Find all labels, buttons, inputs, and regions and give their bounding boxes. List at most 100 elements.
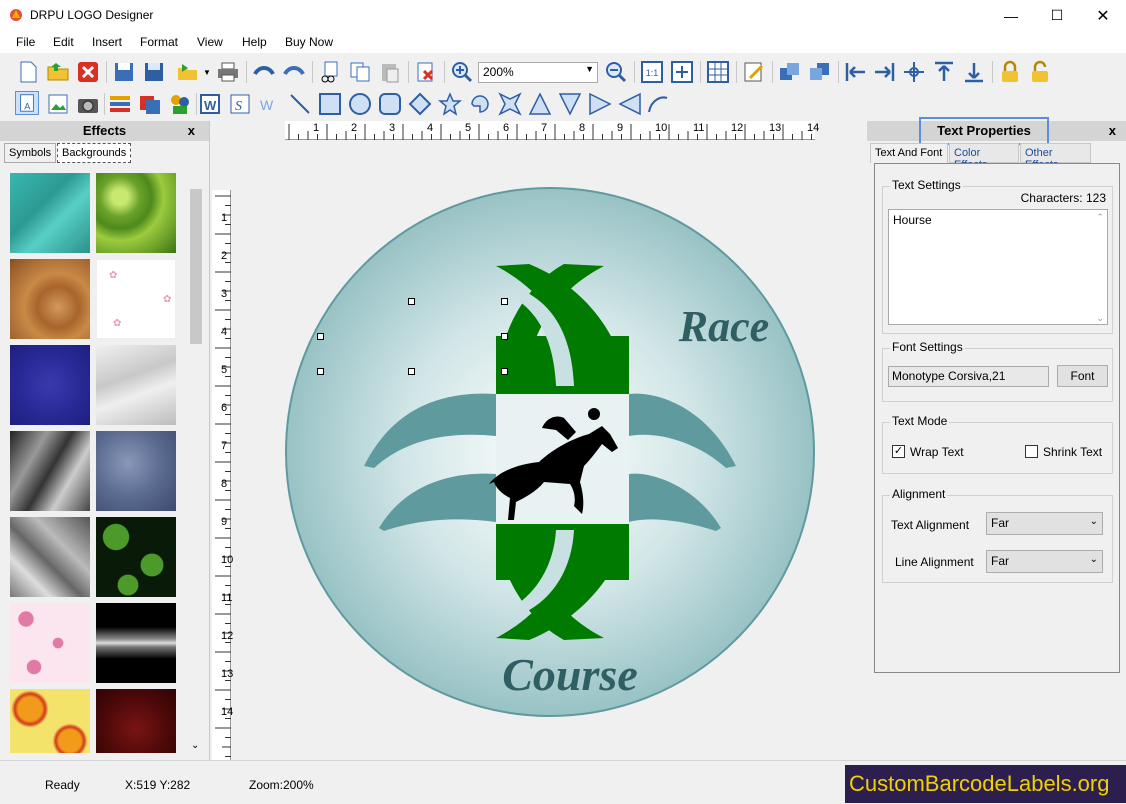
new-file-icon[interactable] bbox=[16, 60, 40, 84]
background-icon[interactable] bbox=[138, 92, 162, 116]
rectangle-tool-icon[interactable] bbox=[318, 92, 342, 116]
background-thumb-teal-geometric[interactable] bbox=[10, 173, 90, 253]
open-folder-icon[interactable] bbox=[46, 60, 70, 84]
text-alignment-select[interactable]: Far ⌄ bbox=[986, 512, 1103, 535]
triangle-down-tool-icon[interactable] bbox=[558, 92, 582, 116]
line-alignment-select[interactable]: Far ⌄ bbox=[986, 550, 1103, 573]
actual-size-icon[interactable]: 1:1 bbox=[640, 60, 664, 84]
ellipse-tool-icon[interactable] bbox=[348, 92, 372, 116]
align-bottom-icon[interactable] bbox=[962, 60, 986, 84]
star-tool-icon[interactable] bbox=[438, 92, 462, 116]
word-art-icon[interactable]: W bbox=[198, 92, 222, 116]
text-tool-icon[interactable]: A bbox=[15, 91, 39, 115]
menu-file[interactable]: File bbox=[16, 35, 35, 49]
zoom-out-icon[interactable] bbox=[604, 60, 628, 84]
wrap-text-checkbox[interactable]: ✓ bbox=[892, 445, 905, 458]
close-icon[interactable]: x bbox=[1109, 123, 1116, 138]
text-content-input[interactable]: Hourse ⌃ ⌄ bbox=[888, 209, 1108, 325]
align-left-icon[interactable] bbox=[844, 60, 868, 84]
resize-handle[interactable] bbox=[501, 368, 508, 375]
background-thumb-black-lights[interactable] bbox=[96, 603, 176, 683]
triangle-up-tool-icon[interactable] bbox=[528, 92, 552, 116]
print-icon[interactable] bbox=[216, 60, 240, 84]
signature-icon[interactable]: S bbox=[228, 92, 252, 116]
burst-tool-icon[interactable] bbox=[498, 92, 522, 116]
menu-help[interactable]: Help bbox=[242, 35, 267, 49]
logo-design[interactable]: Race Course bbox=[284, 186, 816, 718]
background-thumb-gray-marble[interactable] bbox=[10, 517, 90, 597]
save-icon[interactable] bbox=[112, 60, 136, 84]
background-thumb-flowers[interactable]: ✿ ✿ ✿ bbox=[96, 259, 176, 339]
unlock-icon[interactable] bbox=[1028, 60, 1052, 84]
resize-handle[interactable] bbox=[317, 333, 324, 340]
export-dropdown-icon[interactable]: ▼ bbox=[203, 68, 211, 77]
maximize-button[interactable]: ☐ bbox=[1034, 0, 1080, 31]
font-button[interactable]: Font bbox=[1057, 365, 1108, 387]
background-thumb-gray-satin[interactable] bbox=[10, 431, 90, 511]
chevron-down-icon[interactable]: ⌄ bbox=[1096, 313, 1104, 324]
watermark-icon[interactable]: W bbox=[258, 92, 282, 116]
tab-backgrounds[interactable]: Backgrounds bbox=[57, 143, 132, 163]
menu-view[interactable]: View bbox=[197, 35, 223, 49]
scrollbar-thumb[interactable] bbox=[190, 189, 202, 344]
properties-icon[interactable] bbox=[742, 60, 766, 84]
arc-tool-icon[interactable] bbox=[468, 92, 492, 116]
resize-handle[interactable] bbox=[317, 368, 324, 375]
tab-other-effects[interactable]: Other Effects bbox=[1020, 143, 1091, 171]
rounded-rectangle-tool-icon[interactable] bbox=[378, 92, 402, 116]
background-thumb-blue-fabric[interactable] bbox=[10, 345, 90, 425]
close-icon[interactable]: x bbox=[188, 121, 195, 141]
chevron-up-icon[interactable]: ⌃ bbox=[1096, 212, 1104, 223]
selection-box[interactable] bbox=[317, 298, 508, 375]
background-thumb-wood[interactable] bbox=[10, 259, 90, 339]
tab-text-and-font[interactable]: Text And Font bbox=[870, 143, 948, 163]
library-icon[interactable] bbox=[108, 92, 132, 116]
menu-insert[interactable]: Insert bbox=[92, 35, 122, 49]
triangle-left-tool-icon[interactable] bbox=[618, 92, 642, 116]
menu-format[interactable]: Format bbox=[140, 35, 178, 49]
tab-color-effects[interactable]: Color Effects bbox=[949, 143, 1019, 171]
triangle-right-tool-icon[interactable] bbox=[588, 92, 612, 116]
copy-icon[interactable] bbox=[348, 60, 372, 84]
resize-handle[interactable] bbox=[408, 298, 415, 305]
logo-text-course[interactable]: Course bbox=[502, 649, 637, 700]
shapes-library-icon[interactable] bbox=[168, 92, 192, 116]
background-thumb-dark-red[interactable] bbox=[96, 689, 176, 753]
send-to-back-icon[interactable] bbox=[808, 60, 832, 84]
paste-icon[interactable] bbox=[378, 60, 402, 84]
diamond-tool-icon[interactable] bbox=[408, 92, 432, 116]
zoom-in-icon[interactable] bbox=[450, 60, 474, 84]
image-tool-icon[interactable] bbox=[46, 92, 70, 116]
background-thumb-pink-flowers[interactable] bbox=[10, 603, 90, 683]
logo-text-race[interactable]: Race bbox=[678, 302, 769, 351]
background-thumb-green-leaves[interactable] bbox=[96, 517, 176, 597]
minimize-button[interactable]: — bbox=[988, 0, 1034, 31]
shrink-text-checkbox[interactable] bbox=[1025, 445, 1038, 458]
lock-icon[interactable] bbox=[998, 60, 1022, 84]
cut-icon[interactable] bbox=[318, 60, 342, 84]
close-window-button[interactable]: ✕ bbox=[1080, 0, 1126, 31]
resize-handle[interactable] bbox=[501, 333, 508, 340]
menu-buy-now[interactable]: Buy Now bbox=[285, 35, 333, 49]
gallery-scrollbar[interactable] bbox=[188, 187, 204, 753]
close-document-icon[interactable] bbox=[76, 60, 100, 84]
background-thumb-white-silk[interactable] bbox=[96, 345, 176, 425]
redo-icon[interactable] bbox=[282, 60, 306, 84]
align-center-icon[interactable] bbox=[902, 60, 926, 84]
tab-symbols[interactable]: Symbols bbox=[4, 143, 57, 163]
align-right-icon[interactable] bbox=[872, 60, 896, 84]
camera-icon[interactable] bbox=[76, 92, 100, 116]
delete-icon[interactable] bbox=[414, 60, 438, 84]
resize-handle[interactable] bbox=[408, 368, 415, 375]
menu-edit[interactable]: Edit bbox=[53, 35, 74, 49]
background-thumb-water-drops[interactable] bbox=[96, 431, 176, 511]
bring-to-front-icon[interactable] bbox=[778, 60, 802, 84]
resize-handle[interactable] bbox=[501, 298, 508, 305]
scroll-down-icon[interactable]: ⌄ bbox=[191, 740, 199, 751]
background-thumb-green-circles[interactable] bbox=[96, 173, 176, 253]
zoom-level-select[interactable]: 200% ▼ bbox=[478, 62, 598, 83]
align-top-icon[interactable] bbox=[932, 60, 956, 84]
save-as-icon[interactable] bbox=[142, 60, 166, 84]
grid-icon[interactable] bbox=[706, 60, 730, 84]
line-tool-icon[interactable] bbox=[288, 92, 312, 116]
